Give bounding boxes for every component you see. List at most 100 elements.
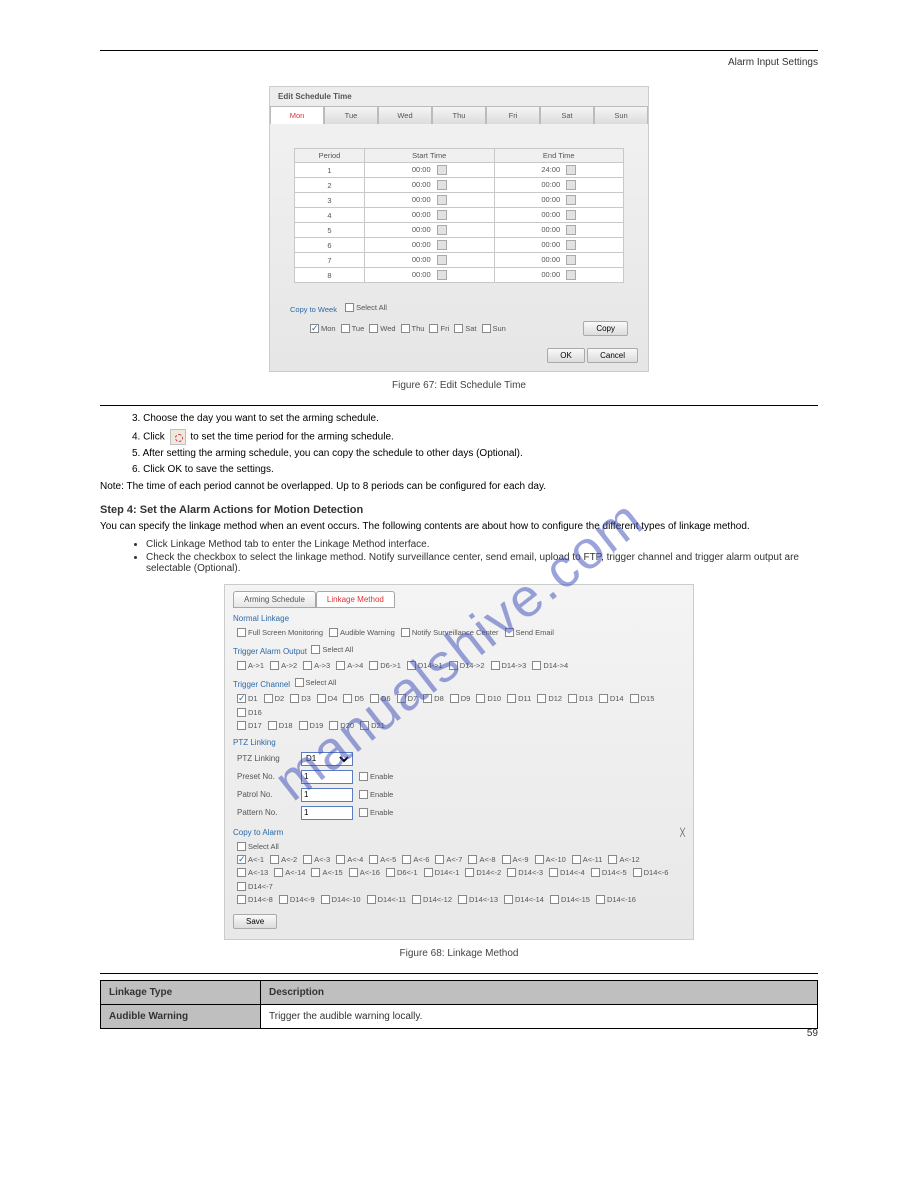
checkbox[interactable]: [237, 882, 246, 891]
tab-linkage-method[interactable]: Linkage Method: [316, 591, 395, 608]
checkbox[interactable]: [537, 694, 546, 703]
checkbox[interactable]: [572, 855, 581, 864]
checkbox[interactable]: [237, 628, 246, 637]
checkbox[interactable]: [329, 721, 338, 730]
collapse-icon[interactable]: ╳: [680, 828, 685, 837]
time-picker-icon[interactable]: [566, 210, 576, 220]
checkbox[interactable]: [237, 895, 246, 904]
pattern-input[interactable]: [301, 806, 353, 820]
checkbox[interactable]: [596, 895, 605, 904]
checkbox[interactable]: [424, 868, 433, 877]
checkbox[interactable]: [237, 868, 246, 877]
checkbox[interactable]: [401, 628, 410, 637]
checkbox[interactable]: [290, 694, 299, 703]
time-picker-icon[interactable]: [566, 180, 576, 190]
time-picker-icon[interactable]: [566, 165, 576, 175]
checkbox[interactable]: [349, 868, 358, 877]
checkbox[interactable]: [237, 708, 246, 717]
time-picker-icon[interactable]: [437, 270, 447, 280]
checkbox[interactable]: [412, 895, 421, 904]
weekday-checkbox[interactable]: [369, 324, 378, 333]
checkbox[interactable]: [535, 855, 544, 864]
checkbox[interactable]: [397, 694, 406, 703]
checkbox[interactable]: [468, 855, 477, 864]
checkbox[interactable]: [343, 694, 352, 703]
checkbox[interactable]: [370, 694, 379, 703]
time-picker-icon[interactable]: [566, 270, 576, 280]
time-picker-icon[interactable]: [566, 255, 576, 265]
checkbox[interactable]: [264, 694, 273, 703]
checkbox[interactable]: [630, 694, 639, 703]
checkbox[interactable]: [550, 895, 559, 904]
select-all-checkbox[interactable]: [345, 303, 354, 312]
checkbox[interactable]: [407, 661, 416, 670]
time-picker-icon[interactable]: [437, 195, 447, 205]
checkbox[interactable]: [237, 661, 246, 670]
cancel-button[interactable]: Cancel: [587, 348, 638, 363]
checkbox[interactable]: [237, 855, 246, 864]
checkbox[interactable]: [491, 661, 500, 670]
checkbox[interactable]: [369, 855, 378, 864]
checkbox[interactable]: [336, 661, 345, 670]
checkbox[interactable]: [360, 721, 369, 730]
daytab-wed[interactable]: Wed: [378, 106, 432, 124]
ptz-linking-select[interactable]: D1: [301, 752, 353, 766]
time-picker-icon[interactable]: [566, 225, 576, 235]
checkbox[interactable]: [336, 855, 345, 864]
ok-button[interactable]: OK: [547, 348, 585, 363]
checkbox[interactable]: [367, 895, 376, 904]
checkbox[interactable]: [458, 895, 467, 904]
weekday-checkbox[interactable]: [401, 324, 410, 333]
checkbox[interactable]: [476, 694, 485, 703]
checkbox[interactable]: [329, 628, 338, 637]
checkbox[interactable]: [504, 895, 513, 904]
checkbox[interactable]: [303, 855, 312, 864]
checkbox[interactable]: [299, 721, 308, 730]
save-button[interactable]: Save: [233, 914, 277, 929]
checkbox[interactable]: [599, 694, 608, 703]
daytab-sat[interactable]: Sat: [540, 106, 594, 124]
checkbox[interactable]: [268, 721, 277, 730]
checkbox[interactable]: [532, 661, 541, 670]
checkbox[interactable]: [270, 661, 279, 670]
time-picker-icon[interactable]: [566, 240, 576, 250]
enable-checkbox[interactable]: [359, 790, 368, 799]
daytab-tue[interactable]: Tue: [324, 106, 378, 124]
patrol-input[interactable]: [301, 788, 353, 802]
copy-button[interactable]: Copy: [583, 321, 628, 336]
time-picker-icon[interactable]: [437, 165, 447, 175]
checkbox[interactable]: [465, 868, 474, 877]
checkbox[interactable]: [311, 868, 320, 877]
select-all-checkbox[interactable]: [237, 842, 246, 851]
time-picker-icon[interactable]: [437, 180, 447, 190]
enable-checkbox[interactable]: [359, 772, 368, 781]
checkbox[interactable]: [321, 895, 330, 904]
time-picker-icon[interactable]: [566, 195, 576, 205]
checkbox[interactable]: [505, 628, 514, 637]
checkbox[interactable]: [507, 694, 516, 703]
daytab-mon[interactable]: Mon: [270, 106, 324, 124]
checkbox[interactable]: [303, 661, 312, 670]
time-picker-icon[interactable]: [437, 225, 447, 235]
time-picker-icon[interactable]: [437, 255, 447, 265]
time-picker-icon[interactable]: [437, 240, 447, 250]
checkbox[interactable]: [270, 855, 279, 864]
checkbox[interactable]: [423, 694, 432, 703]
enable-checkbox[interactable]: [359, 808, 368, 817]
weekday-checkbox[interactable]: [310, 324, 319, 333]
daytab-thu[interactable]: Thu: [432, 106, 486, 124]
checkbox[interactable]: [237, 721, 246, 730]
checkbox[interactable]: [502, 855, 511, 864]
checkbox[interactable]: [608, 855, 617, 864]
checkbox[interactable]: [274, 868, 283, 877]
checkbox[interactable]: [633, 868, 642, 877]
select-all-checkbox[interactable]: [295, 678, 304, 687]
preset-input[interactable]: [301, 770, 353, 784]
daytab-fri[interactable]: Fri: [486, 106, 540, 124]
weekday-checkbox[interactable]: [482, 324, 491, 333]
checkbox[interactable]: [237, 694, 246, 703]
checkbox[interactable]: [386, 868, 395, 877]
checkbox[interactable]: [591, 868, 600, 877]
weekday-checkbox[interactable]: [341, 324, 350, 333]
checkbox[interactable]: [450, 694, 459, 703]
